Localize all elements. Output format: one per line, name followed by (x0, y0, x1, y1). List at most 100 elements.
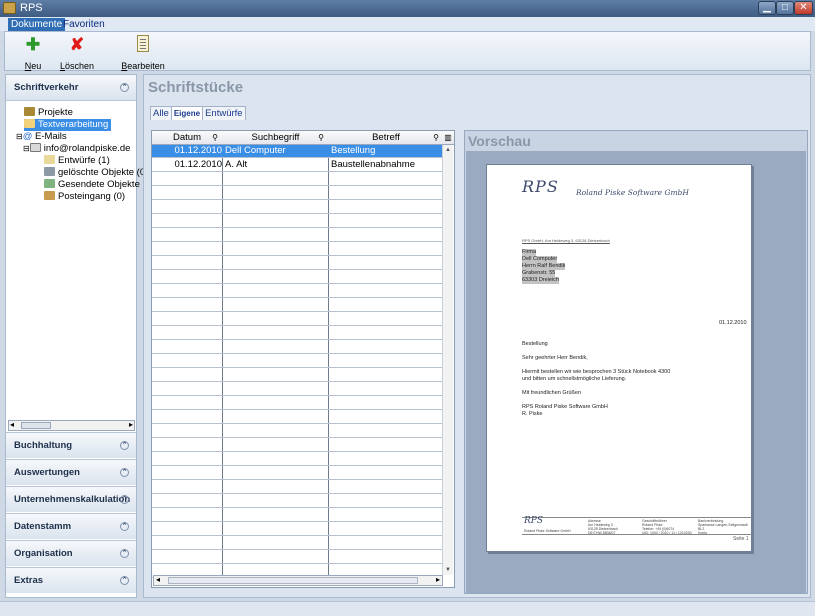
table-row[interactable] (152, 439, 442, 452)
tab-entwuerfe[interactable]: Entwürfe (202, 106, 246, 120)
tree-horizontal-scrollbar[interactable]: ◂ ▸ (8, 420, 135, 431)
section-extras[interactable]: Extras ⌃ (6, 567, 136, 593)
table-row[interactable] (152, 215, 442, 228)
table-row[interactable] (152, 509, 442, 522)
tree-item-gesendete[interactable]: Gesendete Objekte ( (44, 179, 146, 191)
column-label: Suchbegriff (251, 132, 300, 143)
column-header-betreff[interactable]: Betreff ⚲ (329, 131, 443, 145)
preview-area[interactable]: RPS Roland Piske Software GmbH RPS GmbH,… (466, 151, 806, 593)
letter-signature: RPS Roland Piske Software GmbH (522, 404, 608, 410)
table-row[interactable] (152, 341, 442, 354)
preview-pane: Vorschau RPS Roland Piske Software GmbH … (464, 130, 808, 594)
search-icon[interactable]: ⚲ (212, 131, 218, 145)
tree-item-label: Gesendete Objekte ( (58, 179, 146, 190)
table-row[interactable]: 01.12.2010 A. Alt Baustellenabnahme (152, 159, 442, 172)
tab-favoriten[interactable]: Favoriten (60, 18, 108, 31)
table-row[interactable] (152, 299, 442, 312)
tree-item-entwuerfe[interactable]: Entwürfe (1) (44, 155, 110, 167)
table-row[interactable] (152, 327, 442, 340)
close-button[interactable]: ✕ (794, 1, 813, 15)
column-header-suchbegriff[interactable]: Suchbegriff ⚲ (223, 131, 328, 145)
scroll-down-icon[interactable]: ▼ (444, 566, 452, 574)
delete-button[interactable]: ✘ Löschen (55, 35, 99, 71)
tree-item-textverarbeitung[interactable]: Textverarbeitung (24, 119, 112, 131)
table-cell-suchbegriff: A. Alt (225, 159, 248, 170)
table-row[interactable] (152, 495, 442, 508)
tree-item-geloeschte[interactable]: gelöschte Objekte (0) (44, 167, 148, 179)
section-organisation[interactable]: Organisation ⌃ (6, 540, 136, 566)
section-label: Auswertungen (14, 467, 80, 478)
maximize-button[interactable]: □ (776, 1, 794, 15)
expand-icon[interactable]: ⌃ (120, 495, 129, 504)
collapse-node-icon[interactable]: ⊟ (16, 132, 23, 141)
scroll-left-icon[interactable]: ◂ (156, 575, 160, 584)
collapse-node-icon[interactable]: ⊟ (23, 144, 30, 153)
expand-icon[interactable]: ⌃ (120, 522, 129, 531)
section-auswertungen[interactable]: Auswertungen ⌃ (6, 459, 136, 485)
tab-alle[interactable]: Alle (150, 106, 172, 120)
scroll-right-icon[interactable]: ▸ (436, 575, 440, 584)
scroll-thumb[interactable] (168, 577, 418, 584)
table-row[interactable]: 01.12.2010 Dell Computer Bestellung (152, 145, 442, 158)
tab-dokumente[interactable]: Dokumente (8, 18, 66, 31)
table-row[interactable] (152, 453, 442, 466)
table-row[interactable] (152, 243, 442, 256)
table-row[interactable] (152, 285, 442, 298)
table-cell-betreff: Baustellenabnahme (331, 159, 415, 170)
table-row[interactable] (152, 481, 442, 494)
section-unternehmenskalkulation[interactable]: Unternehmenskalkulation ⌃ (6, 486, 136, 512)
table-row[interactable] (152, 397, 442, 410)
table-row[interactable] (152, 369, 442, 382)
tree-item-mailbox[interactable]: ⊟ info@rolandpiske.de (23, 143, 130, 155)
table-row[interactable] (152, 411, 442, 424)
collapse-icon[interactable]: ⌃ (120, 83, 129, 92)
tab-eigene[interactable]: Eigene (170, 106, 204, 120)
column-chooser-icon[interactable]: ▥ (443, 131, 453, 145)
minimize-button[interactable]: ▁ (758, 1, 776, 15)
expand-icon[interactable]: ⌃ (120, 576, 129, 585)
edit-button[interactable]: Bearbeiten (119, 35, 167, 71)
tree-item-emails[interactable]: ⊟@ E-Mails (16, 131, 67, 143)
tree-item-posteingang[interactable]: Posteingang (0) (44, 191, 125, 203)
table-row[interactable] (152, 173, 442, 186)
scroll-thumb[interactable] (21, 422, 51, 429)
table-row[interactable] (152, 201, 442, 214)
table-row[interactable] (152, 523, 442, 536)
expand-icon[interactable]: ⌃ (120, 549, 129, 558)
delete-button-label: Löschen (59, 61, 95, 71)
table-vertical-scrollbar[interactable]: ▲ ▼ (442, 145, 453, 575)
column-header-datum[interactable]: Datum ⚲ (152, 131, 222, 145)
status-bar (0, 601, 815, 616)
table-horizontal-scrollbar[interactable]: ◂ ▸ (153, 575, 443, 586)
scroll-up-icon[interactable]: ▲ (444, 146, 452, 154)
scroll-left-icon[interactable]: ◂ (10, 420, 14, 429)
section-schriftverkehr[interactable]: Schriftverkehr ⌃ (6, 75, 136, 101)
tree-item-projekte[interactable]: Projekte (24, 107, 73, 119)
expand-icon[interactable]: ⌃ (120, 468, 129, 477)
documents-table: Datum ⚲ Suchbegriff ⚲ Betreff ⚲ ▥ 01.12.… (151, 130, 455, 588)
table-cell-betreff: Bestellung (331, 145, 376, 156)
expand-icon[interactable]: ⌃ (120, 441, 129, 450)
footer-company: Roland Piske Software GmbH (524, 529, 571, 533)
section-buchhaltung[interactable]: Buchhaltung ⌃ (6, 432, 136, 458)
new-button[interactable]: ✚ Neu (11, 35, 55, 71)
table-row[interactable] (152, 229, 442, 242)
table-row[interactable] (152, 467, 442, 480)
search-icon[interactable]: ⚲ (318, 131, 324, 145)
table-row[interactable] (152, 355, 442, 368)
table-row[interactable] (152, 383, 442, 396)
footer-text: Konto (698, 531, 708, 535)
table-row[interactable] (152, 425, 442, 438)
table-row[interactable] (152, 313, 442, 326)
table-row[interactable] (152, 257, 442, 270)
ribbon-toolbar: ✚ Neu ✘ Löschen Bearbeiten (4, 31, 811, 71)
section-datenstamm[interactable]: Datenstamm ⌃ (6, 513, 136, 539)
section-label: Organisation (14, 548, 73, 559)
table-row[interactable] (152, 537, 442, 550)
projects-folder-icon (24, 107, 35, 116)
search-icon[interactable]: ⚲ (433, 131, 439, 145)
table-row[interactable] (152, 187, 442, 200)
scroll-right-icon[interactable]: ▸ (129, 420, 133, 429)
table-row[interactable] (152, 551, 442, 564)
table-row[interactable] (152, 271, 442, 284)
